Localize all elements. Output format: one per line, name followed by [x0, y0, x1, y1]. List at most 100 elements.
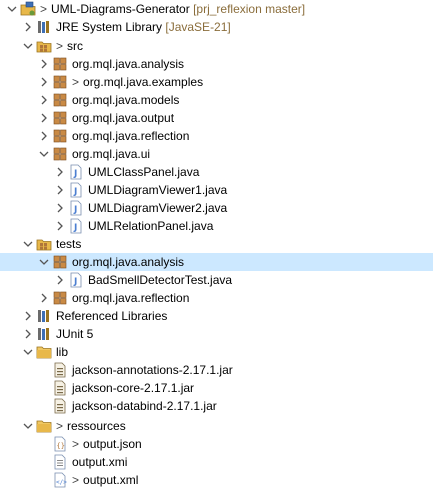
file-name: output.json — [83, 437, 142, 451]
tree-row-file[interactable]: </> > output.xml — [0, 471, 433, 489]
xml-file-icon: </> — [52, 472, 68, 488]
collapse-icon[interactable] — [38, 145, 50, 163]
java-file-icon: J — [68, 182, 84, 198]
package-label: > org.mql.java.examples — [72, 73, 203, 91]
package-icon — [52, 56, 68, 72]
package-icon — [52, 290, 68, 306]
file-label: BadSmellDetectorTest.java — [88, 273, 233, 287]
file-name: output.xml — [83, 473, 139, 487]
src-name: src — [67, 39, 84, 53]
svg-text:J: J — [73, 169, 77, 179]
jar-label: jackson-annotations-2.17.1.jar — [72, 363, 233, 377]
collapse-icon[interactable] — [22, 37, 34, 55]
package-label: org.mql.java.reflection — [72, 129, 190, 143]
package-icon — [52, 92, 68, 108]
tree-row-package[interactable]: org.mql.java.analysis — [0, 55, 433, 73]
tree-row-package-selected[interactable]: org.mql.java.analysis — [0, 253, 433, 271]
library-icon — [36, 308, 52, 324]
expand-icon[interactable] — [54, 271, 66, 289]
package-label: org.mql.java.analysis — [72, 57, 185, 71]
collapse-icon[interactable] — [22, 343, 34, 361]
tree-row-file[interactable]: output.xmi — [0, 453, 433, 471]
package-explorer-tree: > UML-Diagrams-Generator [prj_reflexion m… — [0, 0, 433, 488]
expand-icon[interactable] — [22, 325, 34, 343]
tree-row-jar[interactable]: jackson-databind-2.17.1.jar — [0, 397, 433, 415]
tree-row-jar[interactable]: jackson-core-2.17.1.jar — [0, 379, 433, 397]
tree-row-file[interactable]: J UMLClassPanel.java — [0, 163, 433, 181]
tree-row-file[interactable]: J UMLDiagramViewer1.java — [0, 181, 433, 199]
package-label: org.mql.java.ui — [72, 147, 151, 161]
expand-icon[interactable] — [22, 307, 34, 325]
package-icon — [52, 110, 68, 126]
tree-row-junit[interactable]: JUnit 5 — [0, 325, 433, 343]
folder-icon — [36, 418, 52, 434]
jre-label: JRE System Library [JavaSE-21] — [56, 18, 231, 36]
file-label: UMLRelationPanel.java — [88, 219, 214, 233]
file-label: > output.json — [72, 435, 142, 453]
collapse-icon[interactable] — [6, 0, 18, 18]
expand-icon[interactable] — [38, 73, 50, 91]
tests-label: tests — [56, 237, 82, 251]
tree-row-file[interactable]: J BadSmellDetectorTest.java — [0, 271, 433, 289]
expand-icon[interactable] — [38, 127, 50, 145]
svg-text:{}: {} — [57, 442, 65, 450]
tree-row-package[interactable]: > org.mql.java.examples — [0, 73, 433, 91]
collapse-icon[interactable] — [22, 235, 34, 253]
tree-row-lib[interactable]: lib — [0, 343, 433, 361]
jar-file-icon — [52, 362, 68, 378]
expand-icon[interactable] — [38, 55, 50, 73]
project-name: UML-Diagrams-Generator — [51, 2, 190, 16]
svg-text:J: J — [73, 277, 77, 287]
tree-row-src[interactable]: > src — [0, 37, 433, 55]
tree-row-referenced-libraries[interactable]: Referenced Libraries — [0, 307, 433, 325]
package-label: org.mql.java.reflection — [72, 291, 190, 305]
json-file-icon: {} — [52, 436, 68, 452]
tree-row-file[interactable]: J UMLDiagramViewer2.java — [0, 199, 433, 217]
svg-text:</>: </> — [56, 479, 67, 486]
tree-row-tests[interactable]: tests — [0, 235, 433, 253]
project-icon — [20, 1, 36, 17]
ressources-name: ressources — [67, 419, 126, 433]
tree-row-file[interactable]: {} > output.json — [0, 435, 433, 453]
folder-icon — [36, 344, 52, 360]
expand-icon[interactable] — [22, 18, 34, 36]
java-file-icon: J — [68, 164, 84, 180]
jar-file-icon — [52, 398, 68, 414]
jar-file-icon — [52, 380, 68, 396]
library-icon — [36, 326, 52, 342]
expand-icon[interactable] — [38, 91, 50, 109]
project-label: > UML-Diagrams-Generator [prj_reflexion m… — [40, 0, 305, 18]
file-label: output.xmi — [72, 455, 128, 469]
package-name: org.mql.java.examples — [83, 75, 204, 89]
tree-row-jre[interactable]: JRE System Library [JavaSE-21] — [0, 18, 433, 36]
package-icon — [52, 254, 68, 270]
expand-icon[interactable] — [54, 217, 66, 235]
tree-row-jar[interactable]: jackson-annotations-2.17.1.jar — [0, 361, 433, 379]
collapse-icon[interactable] — [38, 253, 50, 271]
svg-text:J: J — [73, 205, 77, 215]
ressources-label: > ressources — [56, 417, 126, 435]
collapse-icon[interactable] — [22, 417, 34, 435]
tree-row-file[interactable]: J UMLRelationPanel.java — [0, 217, 433, 235]
file-label: UMLDiagramViewer2.java — [88, 201, 228, 215]
tree-row-ressources[interactable]: > ressources — [0, 417, 433, 435]
referenced-libraries-label: Referenced Libraries — [56, 309, 168, 323]
tree-row-package[interactable]: org.mql.java.ui — [0, 145, 433, 163]
tree-row-package[interactable]: org.mql.java.models — [0, 91, 433, 109]
tree-row-project[interactable]: > UML-Diagrams-Generator [prj_reflexion m… — [0, 0, 433, 18]
source-folder-icon — [36, 38, 52, 54]
tree-row-package[interactable]: org.mql.java.output — [0, 109, 433, 127]
tree-row-package[interactable]: org.mql.java.reflection — [0, 127, 433, 145]
expand-icon[interactable] — [54, 181, 66, 199]
expand-icon[interactable] — [54, 163, 66, 181]
java-file-icon: J — [68, 218, 84, 234]
package-label: org.mql.java.models — [72, 93, 180, 107]
package-icon — [52, 146, 68, 162]
expand-icon[interactable] — [54, 199, 66, 217]
package-icon — [52, 128, 68, 144]
tree-row-package[interactable]: org.mql.java.reflection — [0, 289, 433, 307]
src-label: > src — [56, 37, 83, 55]
expand-icon[interactable] — [38, 289, 50, 307]
expand-icon[interactable] — [38, 109, 50, 127]
java-file-icon: J — [68, 272, 84, 288]
